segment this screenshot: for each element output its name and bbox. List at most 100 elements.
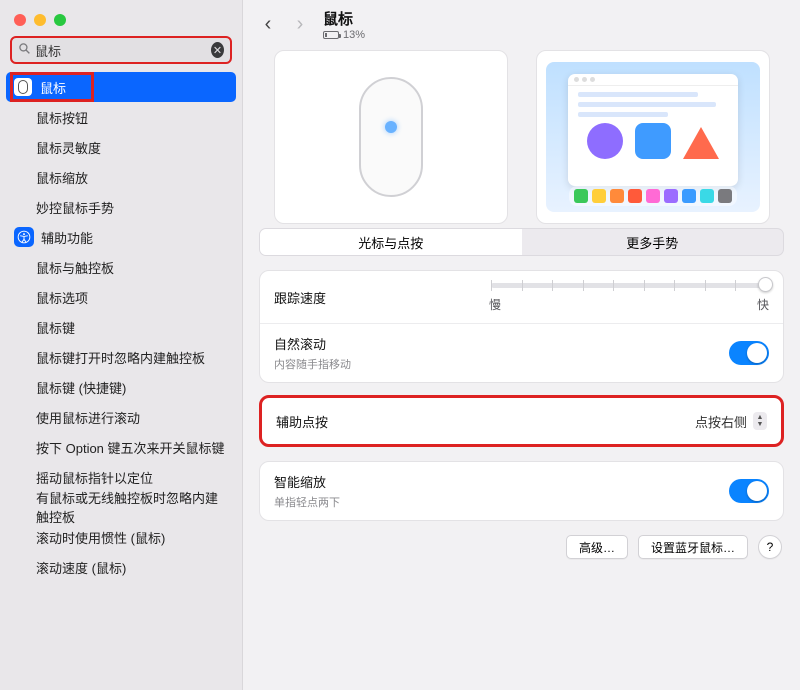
sidebar-item-8[interactable]: 鼠标键 <box>6 312 236 342</box>
tab-bar: 光标与点按 更多手势 <box>259 228 784 256</box>
dock-app-icon <box>646 189 660 203</box>
sidebar-item-10[interactable]: 鼠标键 (快捷键) <box>6 372 236 402</box>
dock-app-icon <box>682 189 696 203</box>
clear-search-icon[interactable]: ✕ <box>211 42 224 58</box>
advanced-button[interactable]: 高级… <box>566 535 628 559</box>
sidebar-item-14[interactable]: 有鼠标或无线触控板时忽略内建触控板 <box>6 492 236 522</box>
dock-app-icon <box>664 189 678 203</box>
sidebar-item-label: 滚动时使用惯性 (鼠标) <box>36 528 165 547</box>
tab-point-and-click[interactable]: 光标与点按 <box>260 229 522 255</box>
square-shape-icon <box>635 123 671 159</box>
sidebar-item-16[interactable]: 滚动速度 (鼠标) <box>6 552 236 582</box>
mouse-icon <box>14 78 32 96</box>
sidebar-item-0[interactable]: 鼠标 <box>6 72 236 102</box>
sidebar-item-1[interactable]: 鼠标按钮 <box>6 102 236 132</box>
preview-row <box>259 50 784 224</box>
secondary-click-label: 辅助点按 <box>276 412 695 431</box>
sidebar-list: 鼠标鼠标按钮鼠标灵敏度鼠标缩放妙控鼠标手势辅助功能鼠标与触控板鼠标选项鼠标键鼠标… <box>0 64 242 690</box>
mouse-illustration <box>359 77 423 197</box>
sidebar: ✕ 鼠标鼠标按钮鼠标灵敏度鼠标缩放妙控鼠标手势辅助功能鼠标与触控板鼠标选项鼠标键… <box>0 0 243 690</box>
sidebar-item-12[interactable]: 按下 Option 键五次来开关鼠标键 <box>6 432 236 462</box>
secondary-click-value: 点按右侧 <box>695 412 747 431</box>
sidebar-item-label: 妙控鼠标手势 <box>36 198 114 217</box>
nav-forward-button[interactable]: › <box>285 11 315 37</box>
sidebar-item-label: 辅助功能 <box>41 228 93 247</box>
sidebar-item-label: 滚动速度 (鼠标) <box>36 558 126 577</box>
dock-app-icon <box>718 189 732 203</box>
header: ‹ › 鼠标 13% <box>243 0 800 48</box>
dock-app-icon <box>700 189 714 203</box>
sidebar-item-3[interactable]: 鼠标缩放 <box>6 162 236 192</box>
mini-window-illustration <box>568 74 738 186</box>
search-input[interactable] <box>35 43 211 58</box>
sidebar-item-2[interactable]: 鼠标灵敏度 <box>6 132 236 162</box>
smart-zoom-label: 智能缩放 <box>274 472 729 491</box>
circle-shape-icon <box>587 123 623 159</box>
page-title: 鼠标 <box>323 8 365 29</box>
sidebar-item-15[interactable]: 滚动时使用惯性 (鼠标) <box>6 522 236 552</box>
settings-panel-secondary-click: 辅助点按 点按右侧 ▲▼ <box>259 395 784 447</box>
tracking-speed-slider[interactable] <box>491 283 767 288</box>
sidebar-item-label: 鼠标 <box>40 78 66 97</box>
footer-buttons: 高级… 设置蓝牙鼠标… ? <box>259 535 784 559</box>
preview-mouse <box>274 50 508 224</box>
slider-thumb[interactable] <box>758 277 773 292</box>
settings-panel-1: 跟踪速度 慢 快 自然滚动 内容随手指移动 <box>259 270 784 383</box>
bluetooth-mouse-button[interactable]: 设置蓝牙鼠标… <box>638 535 748 559</box>
dock-app-icon <box>574 189 588 203</box>
sidebar-item-label: 使用鼠标进行滚动 <box>36 408 140 427</box>
dock-app-icon <box>592 189 606 203</box>
sidebar-item-5[interactable]: 辅助功能 <box>6 222 236 252</box>
dock-app-icon <box>628 189 642 203</box>
sidebar-item-label: 鼠标与触控板 <box>36 258 114 277</box>
help-button[interactable]: ? <box>758 535 782 559</box>
sidebar-item-label: 鼠标键 <box>36 318 75 337</box>
triangle-shape-icon <box>683 127 719 159</box>
battery-status: 13% <box>323 29 365 41</box>
tab-more-gestures[interactable]: 更多手势 <box>522 229 784 255</box>
content: ‹ › 鼠标 13% <box>243 0 800 690</box>
sidebar-item-label: 鼠标按钮 <box>36 108 88 127</box>
sidebar-item-9[interactable]: 鼠标键打开时忽略内建触控板 <box>6 342 236 372</box>
preview-desktop <box>536 50 770 224</box>
dock-app-icon <box>610 189 624 203</box>
slider-min-label: 慢 <box>489 296 501 313</box>
mini-dock-illustration <box>569 186 737 206</box>
settings-panel-2: 智能缩放 单指轻点两下 <box>259 461 784 521</box>
battery-text: 13% <box>343 29 365 41</box>
sidebar-item-7[interactable]: 鼠标选项 <box>6 282 236 312</box>
secondary-click-select[interactable]: 点按右侧 ▲▼ <box>695 412 767 431</box>
search-box[interactable]: ✕ <box>10 36 232 64</box>
row-tracking-speed: 跟踪速度 慢 快 <box>260 271 783 323</box>
zoom-window-button[interactable] <box>54 14 66 26</box>
nav-back-button[interactable]: ‹ <box>253 11 283 37</box>
slider-max-label: 快 <box>757 296 769 313</box>
mouse-touch-dot-icon <box>385 121 397 133</box>
close-window-button[interactable] <box>14 14 26 26</box>
tracking-speed-label: 跟踪速度 <box>274 288 489 307</box>
sidebar-item-4[interactable]: 妙控鼠标手势 <box>6 192 236 222</box>
search-icon <box>18 42 31 58</box>
battery-icon <box>323 31 339 39</box>
sidebar-item-label: 鼠标键 (快捷键) <box>36 378 126 397</box>
smart-zoom-toggle[interactable] <box>729 479 769 503</box>
smart-zoom-sub: 单指轻点两下 <box>274 494 729 510</box>
select-arrows-icon: ▲▼ <box>753 412 767 430</box>
sidebar-item-label: 有鼠标或无线触控板时忽略内建触控板 <box>36 488 228 526</box>
row-smart-zoom: 智能缩放 单指轻点两下 <box>260 462 783 520</box>
sidebar-item-label: 鼠标选项 <box>36 288 88 307</box>
minimize-window-button[interactable] <box>34 14 46 26</box>
sidebar-item-label: 摇动鼠标指针以定位 <box>36 468 153 487</box>
natural-scroll-label: 自然滚动 <box>274 334 729 353</box>
sidebar-item-label: 按下 Option 键五次来开关鼠标键 <box>36 438 225 457</box>
natural-scroll-sub: 内容随手指移动 <box>274 356 729 372</box>
sidebar-item-11[interactable]: 使用鼠标进行滚动 <box>6 402 236 432</box>
sidebar-item-label: 鼠标灵敏度 <box>36 138 101 157</box>
natural-scroll-toggle[interactable] <box>729 341 769 365</box>
row-natural-scroll: 自然滚动 内容随手指移动 <box>260 323 783 382</box>
sidebar-item-6[interactable]: 鼠标与触控板 <box>6 252 236 282</box>
accessibility-icon <box>14 227 34 247</box>
sidebar-item-label: 鼠标键打开时忽略内建触控板 <box>36 348 205 367</box>
window-controls <box>0 0 242 36</box>
row-secondary-click: 辅助点按 点按右侧 ▲▼ <box>262 398 781 444</box>
